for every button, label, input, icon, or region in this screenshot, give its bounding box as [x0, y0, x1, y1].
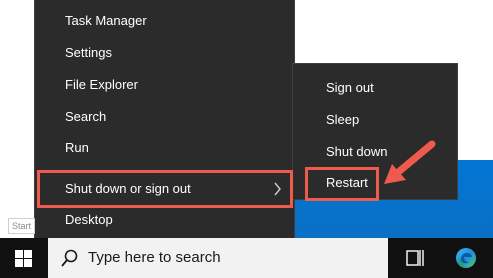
menu-item-label: Desktop: [65, 212, 113, 227]
taskbar: Type here to search: [0, 238, 493, 278]
start-button[interactable]: [0, 238, 48, 278]
submenu-item-sign-out[interactable]: Sign out: [293, 73, 457, 103]
windows-logo-icon: [15, 250, 32, 267]
menu-item-file-explorer[interactable]: File Explorer: [35, 70, 294, 100]
edge-icon: [456, 248, 476, 268]
edge-taskbar-button[interactable]: [444, 238, 488, 278]
menu-item-label: File Explorer: [65, 77, 138, 92]
menu-item-shut-down-or-sign-out[interactable]: Shut down or sign out: [35, 174, 294, 204]
menu-item-label: Search: [65, 109, 107, 124]
menu-item-task-manager[interactable]: Task Manager: [35, 6, 294, 36]
submenu-item-label: Sleep: [326, 112, 360, 127]
pointer-arrow-icon: [384, 140, 436, 184]
start-tooltip: Start: [8, 218, 36, 234]
search-placeholder: Type here to search: [88, 249, 221, 266]
task-view-icon: [406, 250, 424, 266]
submenu-item-label: Restart: [326, 175, 368, 190]
search-icon: [61, 249, 78, 267]
menu-item-label: Run: [65, 140, 89, 155]
menu-item-label: Settings: [65, 45, 112, 60]
submenu-item-label: Sign out: [326, 80, 374, 95]
submenu-item-label: Shut down: [326, 144, 388, 159]
menu-item-settings[interactable]: Settings: [35, 38, 294, 68]
taskbar-search-box[interactable]: Type here to search: [48, 238, 388, 278]
menu-item-search[interactable]: Search: [35, 102, 294, 132]
window-backdrop: [0, 0, 34, 238]
task-view-button[interactable]: [396, 238, 436, 278]
menu-item-label: Shut down or sign out: [65, 181, 191, 196]
submenu-item-sleep[interactable]: Sleep: [293, 105, 457, 135]
power-user-menu: Task Manager Settings File Explorer Sear…: [34, 0, 295, 242]
menu-item-label: Task Manager: [65, 13, 147, 28]
menu-item-run[interactable]: Run: [35, 133, 294, 163]
menu-item-desktop[interactable]: Desktop: [35, 205, 294, 235]
